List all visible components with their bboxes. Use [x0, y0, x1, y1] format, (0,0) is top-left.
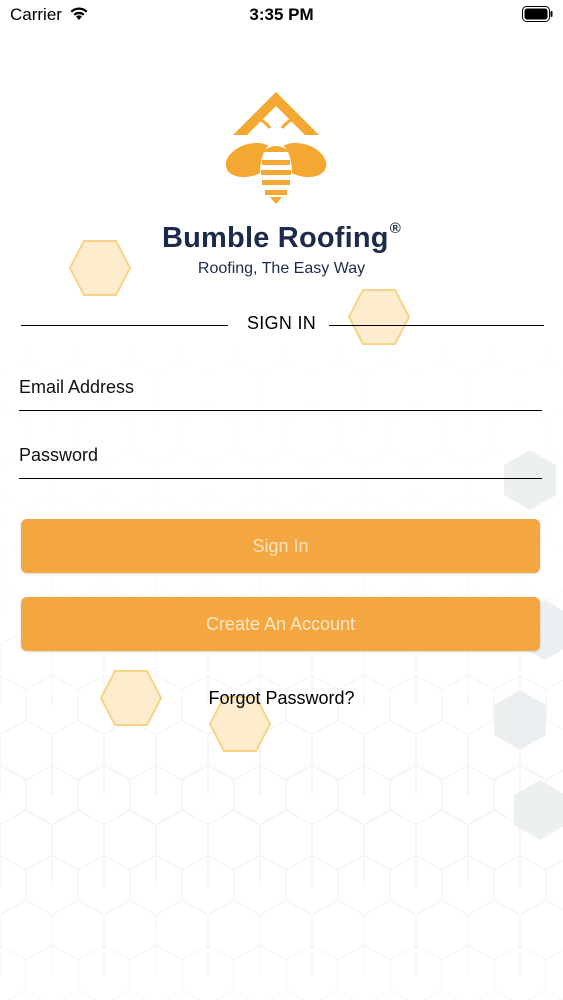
password-field-container [19, 432, 542, 479]
email-field-container [19, 364, 542, 411]
status-bar: Carrier 3:35 PM [0, 0, 563, 30]
sign-in-heading: SIGN IN [246, 313, 317, 333]
clock: 3:35 PM [249, 5, 314, 24]
bumble-roofing-logo [225, 92, 327, 204]
registered-mark: ® [389, 220, 401, 237]
sign-in-button[interactable]: Sign In [21, 519, 540, 573]
create-account-button[interactable]: Create An Account [21, 597, 540, 651]
email-field[interactable] [19, 364, 542, 410]
password-field[interactable] [19, 432, 542, 478]
divider-right [329, 325, 544, 326]
brand-tagline: Roofing, The Easy Way [197, 260, 366, 277]
forgot-password-link[interactable]: Forgot Password? [0, 688, 563, 709]
battery-icon [522, 6, 553, 22]
brand-name: Bumble Roofing® [162, 220, 401, 254]
